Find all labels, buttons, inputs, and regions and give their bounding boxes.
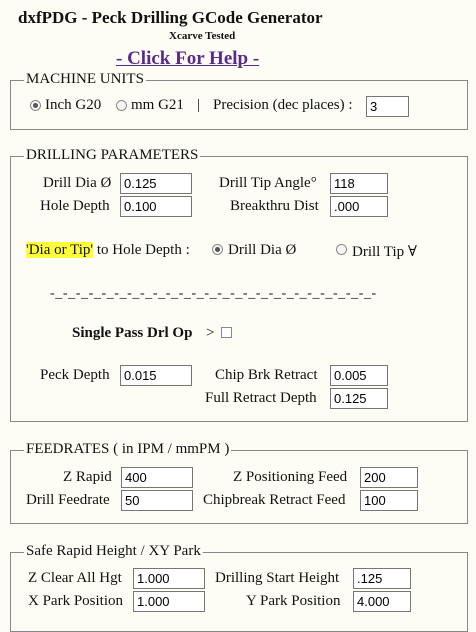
drill-dia-radio[interactable]	[212, 244, 223, 255]
mm-g21-label: mm G21	[131, 97, 184, 113]
machine-units-legend: MACHINE UNITS	[24, 71, 146, 88]
feedrates-legend: FEEDRATES ( in IPM / mmPM )	[24, 441, 232, 458]
single-pass-arrow: >	[206, 325, 215, 341]
dia-or-tip-rest: to Hole Depth :	[93, 242, 190, 258]
start-height-input[interactable]: .125	[353, 568, 411, 589]
drill-dia-label: Drill Dia Ø	[43, 175, 112, 191]
tip-angle-input[interactable]: 118	[330, 173, 388, 194]
y-park-label: Y Park Position	[246, 593, 341, 609]
inch-g20-label: Inch G20	[45, 97, 102, 113]
chip-retract-label: Chip Brk Retract	[215, 367, 318, 383]
dia-or-tip-label: 'Dia or Tip' to Hole Depth :	[26, 242, 190, 259]
hole-depth-input[interactable]: 0.100	[120, 196, 192, 217]
single-pass-checkbox[interactable]	[221, 327, 232, 338]
page-title: dxfPDG - Peck Drilling GCode Generator	[18, 8, 323, 27]
chip-retract-input[interactable]: 0.005	[330, 365, 388, 386]
hole-depth-label: Hole Depth	[40, 198, 110, 214]
safe-height-legend: Safe Rapid Height / XY Park	[24, 543, 203, 560]
z-rapid-input[interactable]: 400	[121, 467, 193, 488]
drilling-parameters-legend: DRILLING PARAMETERS	[24, 147, 201, 164]
help-link[interactable]: - Click For Help -	[116, 48, 259, 70]
x-park-label: X Park Position	[28, 593, 124, 609]
z-positioning-label: Z Positioning Feed	[233, 469, 348, 485]
tip-angle-label: Drill Tip Angle°	[219, 175, 317, 191]
drill-feedrate-input[interactable]: 50	[121, 490, 193, 511]
peck-depth-input[interactable]: 0.015	[120, 365, 192, 386]
drill-dia-option-label: Drill Dia Ø	[228, 242, 297, 258]
drill-dia-input[interactable]: 0.125	[120, 173, 192, 194]
start-height-label: Drilling Start Height	[215, 570, 340, 586]
dia-or-tip-highlight: 'Dia or Tip'	[26, 242, 94, 258]
drill-feedrate-label: Drill Feedrate	[26, 492, 110, 508]
full-retract-label: Full Retract Depth	[205, 390, 317, 406]
drill-tip-radio[interactable]	[336, 244, 347, 255]
precision-input[interactable]: 3	[366, 96, 409, 117]
x-park-input[interactable]: 1.000	[133, 591, 205, 612]
precision-label: Precision (dec places) :	[213, 97, 353, 113]
peck-depth-label: Peck Depth	[40, 367, 110, 383]
page-subtitle: Xcarve Tested	[169, 30, 236, 42]
z-rapid-label: Z Rapid	[63, 469, 112, 485]
chipbreak-feed-label: Chipbreak Retract Feed	[203, 492, 346, 508]
chipbreak-feed-input[interactable]: 100	[360, 490, 418, 511]
single-pass-label: Single Pass Drl Op	[72, 325, 193, 341]
drill-tip-option-label: Drill Tip ∀	[352, 244, 417, 260]
breakthru-input[interactable]: .000	[330, 196, 388, 217]
mm-g21-radio[interactable]	[116, 100, 127, 111]
units-separator: |	[197, 97, 201, 113]
inch-g20-radio[interactable]	[30, 100, 41, 111]
z-clear-label: Z Clear All Hgt	[28, 570, 122, 586]
breakthru-label: Breakthru Dist	[230, 198, 319, 214]
z-clear-input[interactable]: 1.000	[133, 568, 205, 589]
z-positioning-input[interactable]: 200	[360, 467, 418, 488]
section-divider: -_-_-_-_-_-_-_-_-_-_-_-_-_-_-_-_-_-_-_-_…	[50, 286, 377, 301]
y-park-input[interactable]: 4.000	[353, 591, 411, 612]
full-retract-input[interactable]: 0.125	[330, 388, 388, 409]
